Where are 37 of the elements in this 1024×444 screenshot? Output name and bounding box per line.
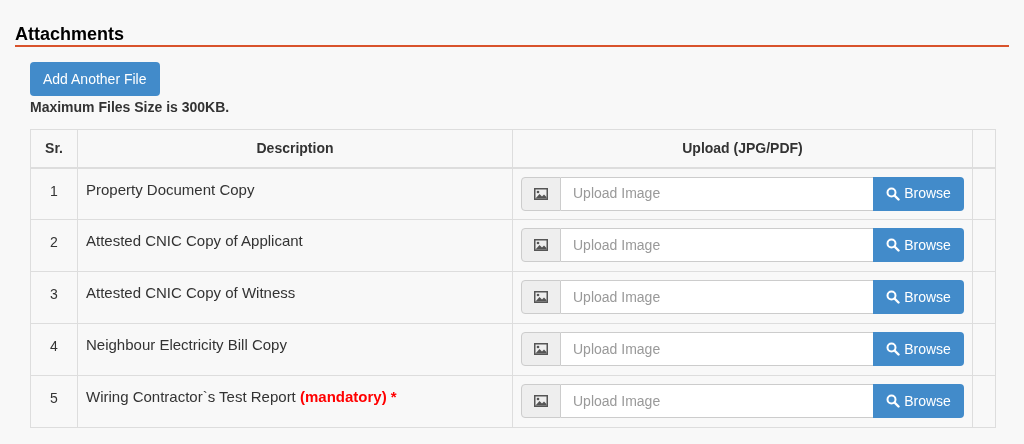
image-icon: [534, 291, 548, 303]
upload-field[interactable]: Upload Image: [561, 228, 873, 262]
search-icon: [886, 290, 901, 304]
document-description: Neighbour Electricity Bill Copy: [86, 336, 287, 353]
image-icon: [534, 343, 548, 355]
upload-field[interactable]: Upload Image: [561, 176, 873, 211]
column-header: Description: [256, 139, 334, 156]
row-number: 5: [50, 390, 58, 406]
document-description: Attested CNIC Copy of Applicant: [86, 232, 303, 249]
section-title: Attachments: [15, 24, 126, 44]
browse-button[interactable]: Browse: [873, 280, 964, 314]
browse-button[interactable]: Browse: [873, 228, 964, 262]
upload-field[interactable]: Upload Image: [561, 384, 873, 418]
image-icon: [534, 395, 548, 407]
document-description: Attested CNIC Copy of Witness: [86, 284, 296, 301]
row-number: 2: [50, 234, 58, 250]
row-number: 3: [50, 286, 58, 302]
document-description: Wiring Contractor`s Test Report: [86, 388, 296, 405]
upload-field[interactable]: Upload Image: [561, 280, 873, 314]
row-number: 4: [50, 338, 58, 354]
image-icon: [534, 187, 548, 200]
browse-button[interactable]: Browse: [873, 384, 964, 418]
upload-field[interactable]: Upload Image: [561, 332, 873, 366]
column-header: Sr.: [45, 139, 63, 156]
browse-button[interactable]: Browse: [873, 332, 964, 366]
search-icon: [886, 394, 901, 408]
column-header: Upload (JPG/PDF): [682, 139, 803, 156]
add-file-button[interactable]: Add Another File: [30, 62, 160, 96]
browse-button[interactable]: Browse: [873, 176, 964, 211]
size-note: Maximum Files Size is 300KB.: [30, 98, 231, 117]
document-description: Property Document Copy: [86, 180, 255, 198]
search-icon: [886, 186, 901, 201]
search-icon: [886, 238, 901, 252]
search-icon: [886, 342, 901, 356]
mandatory-note: (mandatory) *: [299, 388, 397, 405]
row-number: 1: [50, 182, 58, 199]
image-icon: [534, 239, 548, 251]
